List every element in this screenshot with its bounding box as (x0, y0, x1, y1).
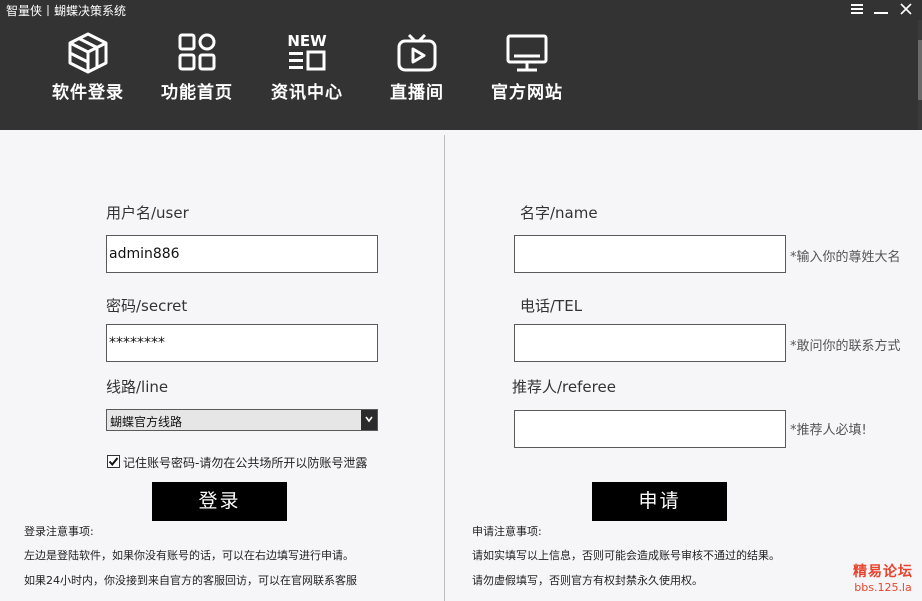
grid-icon (147, 32, 247, 76)
line-select[interactable]: 蝴蝶官方线路 (106, 409, 378, 431)
tel-input[interactable] (514, 324, 786, 362)
watermark-line2: bbs.125.la (854, 581, 912, 594)
cube-icon (38, 32, 138, 76)
referee-hint: *推荐人必填! (790, 423, 867, 438)
name-hint: *输入你的尊姓大名 (790, 250, 901, 265)
forum-watermark: 精易论坛 bbs.125.la (850, 561, 916, 594)
nav-label: 功能首页 (161, 83, 233, 103)
hamburger-icon (851, 4, 863, 14)
nav-item-software-login[interactable]: 软件登录 (38, 32, 138, 112)
scrollbar-thumb[interactable] (918, 40, 922, 100)
apply-note: 请勿虚假填写，否则官方有权封禁永久使用权。 (472, 574, 703, 587)
referee-input[interactable] (514, 410, 786, 448)
minimize-button[interactable] (871, 0, 891, 18)
news-icon: NEW (257, 32, 357, 76)
panel-divider (444, 135, 445, 601)
checkmark-icon (108, 457, 119, 467)
remember-checkbox[interactable] (107, 455, 120, 468)
tel-hint: *敢问你的联系方式 (790, 339, 901, 354)
nav-label: 软件登录 (52, 83, 124, 103)
chevron-down-icon[interactable] (361, 410, 377, 430)
news-badge: NEW (287, 32, 327, 50)
remember-label[interactable]: 记住账号密码-请勿在公共场所开以防账号泄露 (123, 454, 367, 471)
nav-item-news[interactable]: NEW 资讯中心 (257, 32, 357, 112)
close-icon (900, 3, 912, 15)
nav-item-official-site[interactable]: 官方网站 (477, 32, 577, 112)
nav-label: 官方网站 (491, 83, 563, 103)
password-input[interactable] (106, 324, 378, 362)
title-bar: 智量侠丨蝴蝶决策系统 (0, 0, 922, 20)
nav-label: 直播间 (390, 83, 444, 103)
app-title: 智量侠丨蝴蝶决策系统 (6, 4, 127, 18)
minimize-icon (874, 12, 888, 14)
apply-button[interactable]: 申请 (592, 482, 727, 521)
apply-notes-title: 申请注意事项: (472, 525, 542, 538)
name-input[interactable] (514, 235, 786, 273)
username-label: 用户名/user (106, 204, 189, 222)
login-note: 如果24小时内，你没接到来自官方的客服回访，可以在官网联系客服 (24, 574, 357, 587)
referee-label: 推荐人/referee (512, 378, 616, 396)
login-note: 左边是登陆软件，如果你没有账号的话，可以在右边填写进行申请。 (24, 549, 354, 562)
login-button[interactable]: 登录 (152, 482, 287, 521)
line-label: 线路/line (106, 378, 169, 396)
monitor-icon (477, 32, 577, 76)
tel-label: 电话/TEL (520, 297, 583, 315)
nav-label: 资讯中心 (271, 83, 343, 103)
watermark-line1: 精易论坛 (853, 564, 913, 580)
close-button[interactable] (896, 0, 916, 18)
tv-play-icon (367, 32, 467, 76)
menu-button[interactable] (847, 0, 867, 18)
apply-note: 请如实填写以上信息，否则可能会造成账号审核不通过的结果。 (472, 549, 780, 562)
header-bar: 智量侠丨蝴蝶决策系统 软件登录 功能首页 NEW 资讯中心 直播间 官方网站 (0, 0, 922, 130)
nav-item-live[interactable]: 直播间 (367, 32, 467, 112)
nav-item-home[interactable]: 功能首页 (147, 32, 247, 112)
username-input[interactable] (106, 235, 378, 273)
line-select-value: 蝴蝶官方线路 (110, 415, 183, 429)
login-notes-title: 登录注意事项: (24, 525, 94, 538)
password-label: 密码/secret (106, 297, 188, 315)
name-label: 名字/name (520, 204, 598, 222)
